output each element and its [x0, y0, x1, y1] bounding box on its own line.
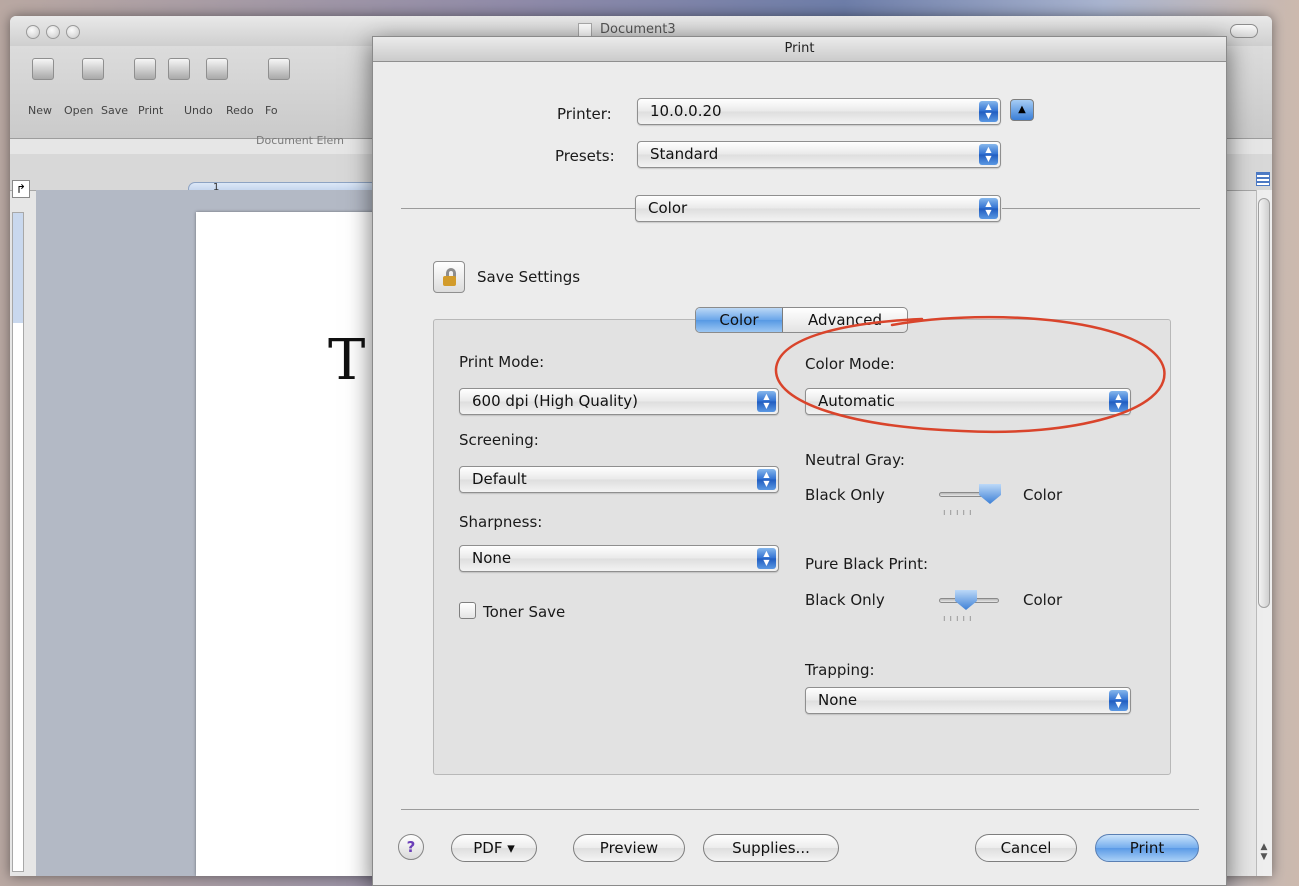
open-folder-icon[interactable]: [82, 58, 104, 80]
sharpness-label: Sharpness:: [459, 513, 543, 531]
separator-line-right: [1002, 208, 1200, 209]
popup-arrows-icon: ▲ ▼: [979, 101, 998, 122]
tab-advanced[interactable]: Advanced: [783, 308, 907, 332]
collapse-details-button[interactable]: ▲: [1010, 99, 1034, 121]
color-tab-control: Color Advanced: [695, 307, 908, 333]
toolbar-label-print: Print: [138, 104, 164, 117]
pane-select[interactable]: Color ▲ ▼: [635, 195, 1001, 222]
separator-line-left: [401, 208, 635, 209]
toolbar-label-save: Save: [101, 104, 129, 117]
sharpness-select[interactable]: None ▲ ▼: [459, 545, 779, 572]
vertical-ruler-margin: [13, 213, 23, 323]
toner-save-checkbox[interactable]: [459, 602, 476, 619]
print-button[interactable]: Print: [1095, 834, 1199, 862]
zoom-window-button[interactable]: [66, 25, 80, 39]
trapping-value: None: [818, 691, 858, 709]
printer-select[interactable]: 10.0.0.20 ▲ ▼: [637, 98, 1001, 125]
pane-value: Color: [648, 199, 688, 217]
toolbar-label-open: Open: [64, 104, 94, 117]
minimize-window-button[interactable]: [46, 25, 60, 39]
pure-black-label: Pure Black Print:: [805, 555, 929, 573]
new-document-icon[interactable]: [32, 58, 54, 80]
redo-icon[interactable]: [268, 58, 290, 80]
popup-arrows-icon: ▲ ▼: [979, 144, 998, 165]
color-mode-label: Color Mode:: [805, 355, 895, 373]
toolbar-label-undo: Undo: [184, 104, 213, 117]
presets-label: Presets:: [555, 147, 615, 165]
printer-label: Printer:: [557, 105, 612, 123]
popup-arrows-icon: ▲ ▼: [757, 391, 776, 412]
word-window-title: Document3: [600, 22, 676, 37]
screening-select[interactable]: Default ▲ ▼: [459, 466, 779, 493]
ribbon-group-document-elements[interactable]: Document Elem: [256, 134, 344, 147]
print-mode-label: Print Mode:: [459, 353, 545, 371]
popup-arrows-icon: ▲ ▼: [1109, 690, 1128, 711]
color-mode-select[interactable]: Automatic ▲ ▼: [805, 388, 1131, 415]
document-page[interactable]: [196, 212, 396, 876]
popup-arrows-icon: ▲ ▼: [757, 469, 776, 490]
toner-save-label[interactable]: Toner Save: [483, 603, 565, 621]
cancel-button[interactable]: Cancel: [975, 834, 1077, 862]
presets-value: Standard: [650, 145, 719, 163]
color-mode-value: Automatic: [818, 392, 895, 410]
neutral-gray-right-label: Color: [1023, 486, 1063, 504]
save-settings-lock-button[interactable]: [433, 261, 465, 293]
pure-black-right-label: Color: [1023, 591, 1063, 609]
supplies-button[interactable]: Supplies...: [703, 834, 839, 862]
popup-arrows-icon: ▲ ▼: [757, 548, 776, 569]
neutral-gray-label: Neutral Gray:: [805, 451, 905, 469]
print-dialog: Print Printer: 10.0.0.20 ▲ ▼ ▲ Presets: S…: [372, 36, 1227, 886]
pure-black-left-label: Black Only: [805, 591, 885, 609]
document-text: T: [328, 328, 366, 393]
close-window-button[interactable]: [26, 25, 40, 39]
print-dialog-title: Print: [373, 37, 1226, 62]
print-mode-value: 600 dpi (High Quality): [472, 392, 638, 410]
scroll-arrows-icon[interactable]: ▲ ▼: [1258, 842, 1270, 862]
lock-icon: [443, 276, 456, 286]
toolbar-toggle-button[interactable]: [1230, 24, 1258, 38]
neutral-gray-ticks: ııııı: [943, 508, 976, 518]
printer-value: 10.0.0.20: [650, 102, 722, 120]
save-settings-label: Save Settings: [477, 268, 581, 286]
neutral-gray-left-label: Black Only: [805, 486, 885, 504]
save-disk-icon[interactable]: [134, 58, 156, 80]
toolbar-label-format: Fo: [265, 104, 278, 117]
printer-icon[interactable]: [168, 58, 190, 80]
undo-icon[interactable]: [206, 58, 228, 80]
preview-button[interactable]: Preview: [573, 834, 685, 862]
presets-select[interactable]: Standard ▲ ▼: [637, 141, 1001, 168]
tab-color[interactable]: Color: [696, 308, 783, 332]
view-options-icon[interactable]: [1256, 172, 1270, 186]
toolbar-label-redo: Redo: [226, 104, 254, 117]
tab-stop-selector-icon[interactable]: ↱: [12, 180, 30, 198]
popup-arrows-icon: ▲ ▼: [1109, 391, 1128, 412]
screening-value: Default: [472, 470, 527, 488]
popup-arrows-icon: ▲ ▼: [979, 198, 998, 219]
pdf-menu-button[interactable]: PDF ▾: [451, 834, 537, 862]
vertical-scroll-thumb[interactable]: [1258, 198, 1270, 608]
bottom-separator: [401, 809, 1199, 810]
help-button[interactable]: ?: [398, 834, 424, 860]
trapping-select[interactable]: None ▲ ▼: [805, 687, 1131, 714]
print-mode-select[interactable]: 600 dpi (High Quality) ▲ ▼: [459, 388, 779, 415]
sharpness-value: None: [472, 549, 512, 567]
screening-label: Screening:: [459, 431, 539, 449]
pure-black-ticks: ııııı: [943, 614, 976, 624]
trapping-label: Trapping:: [805, 661, 875, 679]
toolbar-label-new: New: [28, 104, 52, 117]
